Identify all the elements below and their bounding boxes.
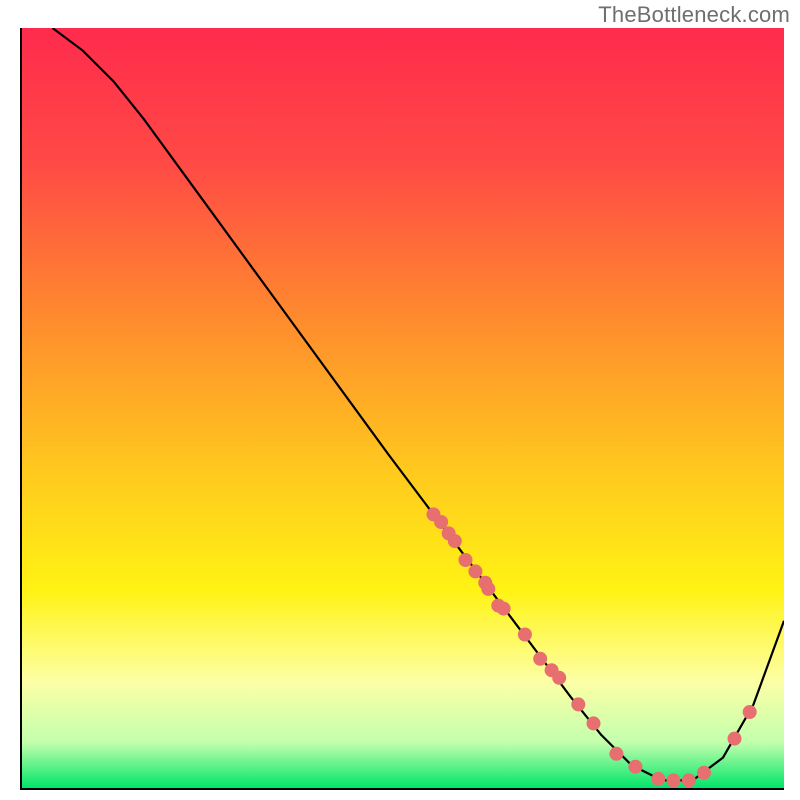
watermark-text: TheBottleneck.com xyxy=(598,2,790,28)
background-gradient xyxy=(22,28,784,788)
chart-viewport: TheBottleneck.com xyxy=(0,0,800,800)
plot-area xyxy=(20,28,784,790)
